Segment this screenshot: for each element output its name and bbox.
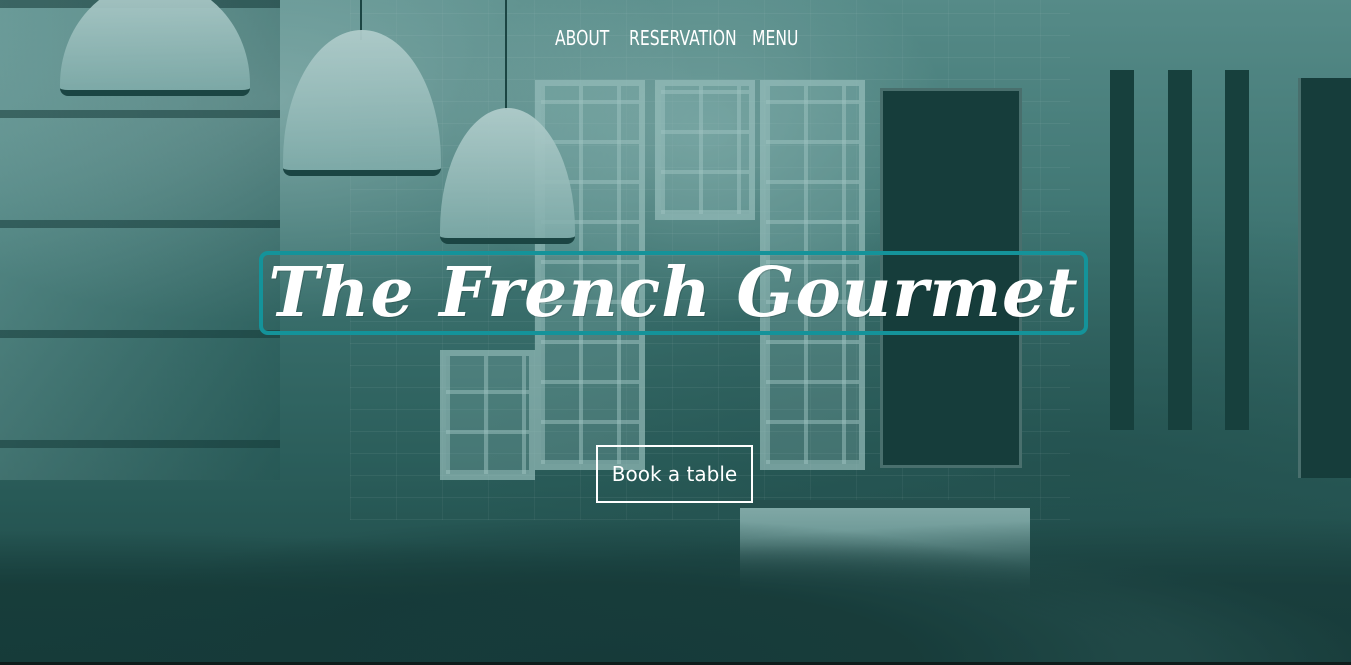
book-table-button[interactable]: Book a table [596,445,753,503]
nav-link-reservation[interactable]: RESERVATION [629,22,737,54]
main-nav: ABOUT RESERVATION MENU [0,22,1351,56]
nav-link-menu[interactable]: MENU [752,22,798,54]
hero-section: ABOUT RESERVATION MENU The French Gourme… [0,0,1351,665]
nav-link-about[interactable]: ABOUT [555,22,609,54]
hero-title: The French Gourmet [268,253,1079,333]
